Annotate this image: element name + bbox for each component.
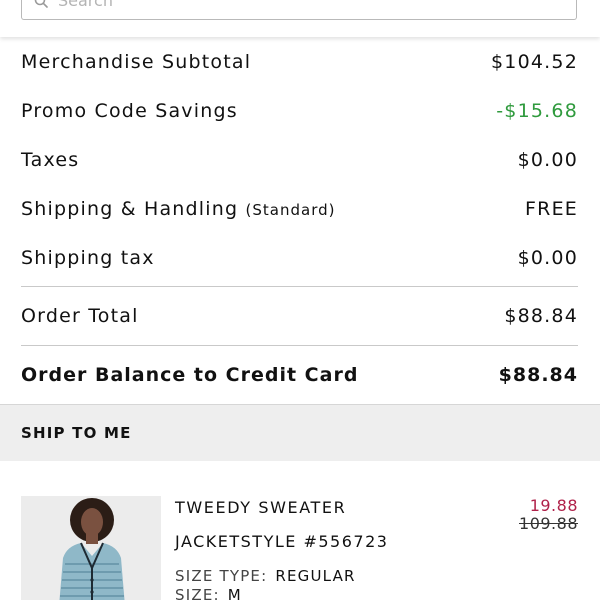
search-icon[interactable] — [34, 0, 48, 8]
search-input[interactable] — [58, 0, 538, 12]
shipping-method-label: (Standard) — [245, 200, 336, 219]
size-value: M — [227, 586, 242, 600]
checkout-page: Merchandise Subtotal $104.52 Promo Code … — [0, 0, 600, 600]
divider — [21, 345, 578, 346]
ship-to-me-title: SHIP TO ME — [21, 424, 132, 442]
shipping-tax-row: Shipping tax $0.00 — [21, 233, 578, 282]
shipping-tax-label: Shipping tax — [21, 246, 155, 269]
product-style: JACKETSTYLE #556723 — [175, 532, 389, 551]
shipping-handling-row: Shipping & Handling (Standard) FREE — [21, 184, 578, 233]
sale-price: 19.88 — [529, 496, 578, 515]
order-summary: Merchandise Subtotal $104.52 Promo Code … — [21, 37, 578, 400]
promo-savings-label: Promo Code Savings — [21, 99, 238, 122]
merchandise-subtotal-row: Merchandise Subtotal $104.52 — [21, 37, 578, 86]
product-photo-illustration — [21, 496, 161, 600]
order-total-row: Order Total $88.84 — [21, 291, 578, 341]
order-balance-value: $88.84 — [498, 364, 578, 386]
order-balance-label: Order Balance to Credit Card — [21, 364, 359, 386]
size-type-label: SIZE TYPE: — [175, 567, 268, 585]
cart-item: TWEEDY SWEATER JACKETSTYLE #556723 SIZE … — [0, 461, 600, 600]
original-price: 109.88 — [519, 514, 578, 533]
size-type-line: SIZE TYPE: REGULAR — [175, 567, 356, 585]
promo-savings-row: Promo Code Savings -$15.68 — [21, 86, 578, 135]
order-total-label: Order Total — [21, 305, 139, 327]
ship-to-me-header: SHIP TO ME — [0, 404, 600, 461]
size-line: SIZE: M — [175, 586, 242, 600]
taxes-row: Taxes $0.00 — [21, 135, 578, 184]
shipping-handling-label: Shipping & Handling (Standard) — [21, 198, 335, 220]
merchandise-subtotal-label: Merchandise Subtotal — [21, 50, 252, 73]
taxes-label: Taxes — [21, 148, 80, 171]
search-header — [0, 0, 600, 37]
merchandise-subtotal-value: $104.52 — [491, 50, 578, 73]
shipping-tax-value: $0.00 — [517, 246, 578, 269]
shipping-handling-text: Shipping & Handling — [21, 197, 239, 220]
shipping-handling-value: FREE — [525, 197, 578, 220]
order-total-value: $88.84 — [504, 305, 578, 327]
size-type-value: REGULAR — [275, 567, 356, 585]
promo-savings-value: -$15.68 — [496, 99, 578, 122]
product-image[interactable] — [21, 496, 161, 600]
product-name[interactable]: TWEEDY SWEATER — [175, 498, 346, 517]
order-balance-row: Order Balance to Credit Card $88.84 — [21, 350, 578, 400]
search-box[interactable] — [21, 0, 577, 20]
divider — [21, 286, 578, 287]
taxes-value: $0.00 — [517, 148, 578, 171]
size-label: SIZE: — [175, 586, 220, 600]
